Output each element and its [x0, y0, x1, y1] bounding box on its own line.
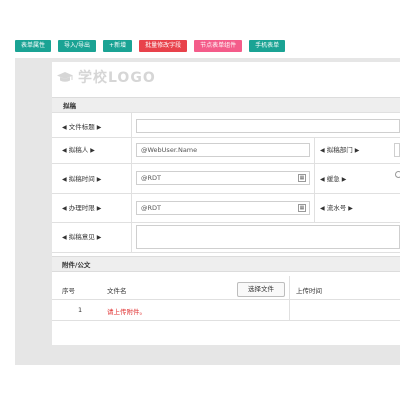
row-divider: [52, 252, 400, 253]
form-properties-button[interactable]: 表单属性: [15, 40, 52, 52]
row-divider: [52, 112, 400, 113]
batch-edit-fields-button[interactable]: 批量修改字段: [139, 40, 188, 52]
column-header-index: 序号: [62, 287, 75, 295]
add-button[interactable]: +新增: [103, 40, 133, 52]
upload-hint: 请上传附件。: [107, 308, 146, 316]
handle-time-label: ◀ 办理时限 ▶: [62, 204, 102, 212]
row-divider: [52, 222, 400, 223]
draft-time-label: ◀ 拟稿时间 ▶: [62, 175, 102, 183]
section-header-draft: 拟稿: [52, 97, 400, 113]
column-header-upload-time: 上传时间: [296, 287, 322, 295]
drafter-label: ◀ 拟稿人 ▶: [62, 146, 95, 154]
dept-label: ◀ 拟稿部门 ▶: [320, 146, 360, 154]
row-divider: [52, 137, 400, 138]
table-row-index: 1: [78, 306, 83, 314]
mobile-form-button[interactable]: 手机表单: [249, 40, 286, 52]
urgency-radio[interactable]: [395, 171, 400, 178]
column-divider: [314, 137, 315, 222]
opinion-textarea[interactable]: [136, 225, 400, 249]
section-header-attachments: 附件/公文: [52, 256, 400, 272]
calendar-icon[interactable]: ▦: [298, 204, 306, 212]
dept-input[interactable]: [394, 143, 400, 157]
calendar-icon[interactable]: ▦: [298, 174, 306, 182]
toolbar: 表单属性 导入/导出 +新增 批量修改字段 节点表单组件 手机表单: [15, 40, 286, 52]
row-divider: [52, 193, 400, 194]
title-label: ◀ 文件标题 ▶: [62, 123, 102, 131]
serial-label: ◀ 流水号 ▶: [320, 204, 353, 212]
title-input[interactable]: [136, 119, 400, 133]
row-divider: [52, 163, 400, 164]
handle-time-input[interactable]: @RDT ▦: [136, 201, 310, 215]
section-title: 附件/公文: [62, 261, 91, 269]
opinion-label: ◀ 拟稿意见 ▶: [62, 233, 102, 241]
urgency-label: ◀ 缓急 ▶: [320, 175, 347, 183]
draft-time-input[interactable]: @RDT ▦: [136, 171, 310, 185]
column-divider: [131, 112, 132, 252]
node-form-components-button[interactable]: 节点表单组件: [194, 40, 243, 52]
logo-text: 学校LOGO: [78, 70, 156, 86]
column-header-filename: 文件名: [107, 287, 127, 295]
import-export-button[interactable]: 导入/导出: [58, 40, 97, 52]
choose-file-button[interactable]: 选择文件: [237, 282, 285, 297]
column-divider: [289, 276, 290, 320]
row-divider: [52, 299, 400, 300]
graduation-cap-icon: [57, 72, 73, 82]
row-divider: [52, 320, 400, 321]
section-title: 拟稿: [63, 102, 76, 110]
school-logo: 学校LOGO: [56, 68, 156, 86]
drafter-input[interactable]: @WebUser.Name: [136, 143, 310, 157]
